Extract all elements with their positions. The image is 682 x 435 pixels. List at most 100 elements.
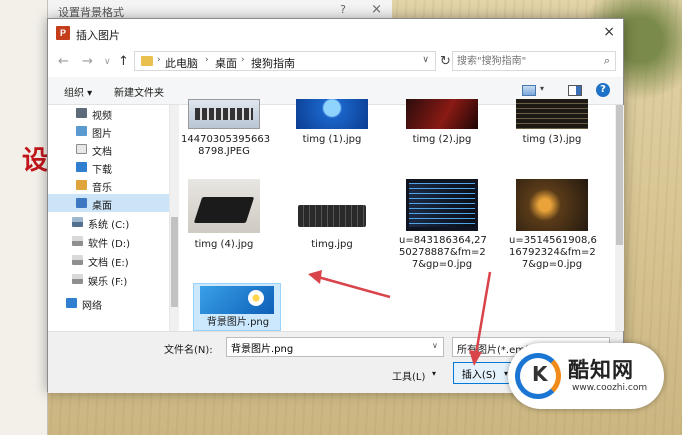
breadcrumb-separator: › <box>157 55 161 65</box>
tools-dropdown-icon[interactable]: ▾ <box>432 369 436 378</box>
file-list-scrollbar[interactable] <box>615 105 624 331</box>
file-name: timg (4).jpg <box>194 239 254 250</box>
scrollbar-thumb[interactable] <box>616 105 623 245</box>
file-thumbnail <box>406 99 478 129</box>
file-name: timg (1).jpg <box>302 134 362 145</box>
navigation-scrollbar[interactable] <box>170 105 179 331</box>
file-item[interactable]: u=3514561908,6 16792324&fm=2 7&gp=0.jpg <box>509 179 597 279</box>
sidebar-item-label: 桌面 <box>92 201 112 212</box>
file-name: timg (3).jpg <box>522 134 582 145</box>
music-icon <box>76 180 87 190</box>
file-thumbnail <box>406 179 478 231</box>
drive-e-icon <box>72 255 83 265</box>
sidebar-item-desktop[interactable]: 桌面 <box>48 194 169 212</box>
scrollbar-thumb[interactable] <box>171 217 178 307</box>
documents-icon <box>76 144 87 154</box>
file-item[interactable]: timg (1).jpg <box>289 99 375 149</box>
file-name: u=3514561908,6 16792324&fm=2 7&gp=0.jpg <box>509 235 597 270</box>
file-name: 背景图片.png <box>206 317 270 328</box>
file-item[interactable]: timg (3).jpg <box>509 99 595 149</box>
search-icon[interactable]: ⌕ <box>604 54 610 68</box>
sidebar-item-drive-e[interactable]: 文档 (E:) <box>48 251 169 269</box>
sidebar-item-label: 图片 <box>92 129 112 140</box>
dialog-close-icon[interactable]: × <box>603 24 615 40</box>
file-item[interactable]: 14470305395663 8798.JPEG <box>181 99 271 175</box>
sidebar-item-label: 软件 (D:) <box>88 239 131 250</box>
sidebar-item-label: 文档 (E:) <box>88 258 129 269</box>
sidebar-item-downloads[interactable]: 下载 <box>48 158 169 176</box>
slide-thumbnail-pane <box>0 0 48 435</box>
file-thumbnail <box>516 179 588 231</box>
sidebar-item-label: 视频 <box>92 111 112 122</box>
coozhi-watermark: K 酷知网 www.coozhi.com <box>508 343 664 409</box>
breadcrumb-sogou-guide[interactable]: 搜狗指南 <box>251 55 295 71</box>
file-thumbnail <box>296 199 368 233</box>
sidebar-item-network[interactable]: 网络 <box>48 294 169 312</box>
file-item[interactable]: timg.jpg <box>289 179 375 255</box>
breadcrumb-desktop[interactable]: 桌面 <box>215 55 237 71</box>
file-thumbnail <box>296 99 368 129</box>
file-item[interactable]: timg (2).jpg <box>399 99 485 149</box>
sidebar-item-label: 文档 <box>92 147 112 158</box>
insert-button-label: 插入(S) <box>461 369 497 381</box>
dialog-titlebar: P 插入图片 × <box>48 19 623 49</box>
watermark-text: 酷知网 <box>568 358 634 382</box>
sidebar-item-videos[interactable]: 视频 <box>48 105 169 122</box>
sidebar-item-label: 音乐 <box>92 183 112 194</box>
file-list: 14470305395663 8798.JPEG timg (1).jpg ti… <box>179 87 615 331</box>
file-name: 14470305395663 8798.JPEG <box>181 134 271 157</box>
breadcrumb-separator: › <box>241 55 245 65</box>
address-dropdown-icon[interactable]: ∨ <box>422 55 429 65</box>
sidebar-item-drive-d[interactable]: 软件 (D:) <box>48 232 169 250</box>
desktop-icon <box>76 198 87 208</box>
breadcrumb-this-pc[interactable]: 此电脑 <box>165 55 198 71</box>
forward-arrow-icon[interactable]: → <box>82 54 93 69</box>
refresh-icon[interactable]: ↻ <box>440 54 451 69</box>
downloads-icon <box>76 162 87 172</box>
sidebar-item-label: 娱乐 (F:) <box>88 277 128 288</box>
up-arrow-icon[interactable]: ↑ <box>118 54 129 69</box>
dialog-title: 插入图片 <box>76 29 120 42</box>
filename-field[interactable] <box>226 337 444 357</box>
sidebar-item-drive-c[interactable]: 系统 (C:) <box>48 213 169 231</box>
pictures-icon <box>76 126 87 136</box>
file-thumbnail <box>188 99 260 129</box>
drive-d-icon <box>72 236 83 246</box>
navigation-bar: ← → ∨ ↑ › 此电脑 › 桌面 › 搜狗指南 ∨ ↻ ⌕ <box>48 49 623 77</box>
recent-locations-icon[interactable]: ∨ <box>104 57 111 67</box>
filename-dropdown-icon[interactable]: ∨ <box>432 341 438 350</box>
sidebar-item-documents[interactable]: 文档 <box>48 140 169 158</box>
file-item[interactable]: u=843186364,27 50278887&fm=2 7&gp=0.jpg <box>399 179 487 279</box>
logo-letter: K <box>532 362 548 386</box>
insert-picture-dialog: P 插入图片 × ← → ∨ ↑ › 此电脑 › 桌面 › 搜狗指南 ∨ ↻ ⌕… <box>47 18 624 393</box>
back-arrow-icon[interactable]: ← <box>58 54 69 69</box>
sidebar-item-music[interactable]: 音乐 <box>48 176 169 194</box>
watermark-url: www.coozhi.com <box>572 383 648 393</box>
file-name: timg.jpg <box>311 239 353 250</box>
file-item-selected[interactable]: 背景图片.png <box>193 283 281 331</box>
folder-icon <box>141 56 153 66</box>
video-icon <box>76 108 87 118</box>
file-item[interactable]: timg (4).jpg <box>181 179 267 255</box>
sidebar-item-label: 下载 <box>92 165 112 176</box>
slide-title-char: 设 <box>22 146 49 176</box>
new-folder-button[interactable]: 新建文件夹 <box>114 84 164 99</box>
file-name: timg (2).jpg <box>412 134 472 145</box>
file-name: u=843186364,27 50278887&fm=2 7&gp=0.jpg <box>399 235 487 270</box>
filename-label: 文件名(N): <box>164 345 213 356</box>
tools-button[interactable]: 工具(L) <box>392 368 425 383</box>
file-thumbnail <box>188 179 260 233</box>
breadcrumb-separator: › <box>205 55 209 65</box>
sidebar-item-drive-f[interactable]: 娱乐 (F:) <box>48 270 169 288</box>
sidebar-item-pictures[interactable]: 图片 <box>48 122 169 140</box>
drive-c-icon <box>72 217 83 227</box>
address-bar[interactable]: › 此电脑 › 桌面 › 搜狗指南 ∨ <box>134 51 436 71</box>
panel-help-icon[interactable]: ? <box>340 3 346 16</box>
coozhi-logo-icon: K <box>515 353 561 399</box>
search-input[interactable] <box>457 53 597 69</box>
panel-close-icon[interactable]: × <box>371 2 382 17</box>
network-icon <box>66 298 77 308</box>
navigation-pane: 视频 图片 文档 下载 音乐 桌面 系统 (C:) 软件 (D:) 文档 (E:… <box>48 105 170 331</box>
organize-button[interactable]: 组织 ▾ <box>64 84 92 99</box>
file-thumbnail <box>200 286 274 314</box>
